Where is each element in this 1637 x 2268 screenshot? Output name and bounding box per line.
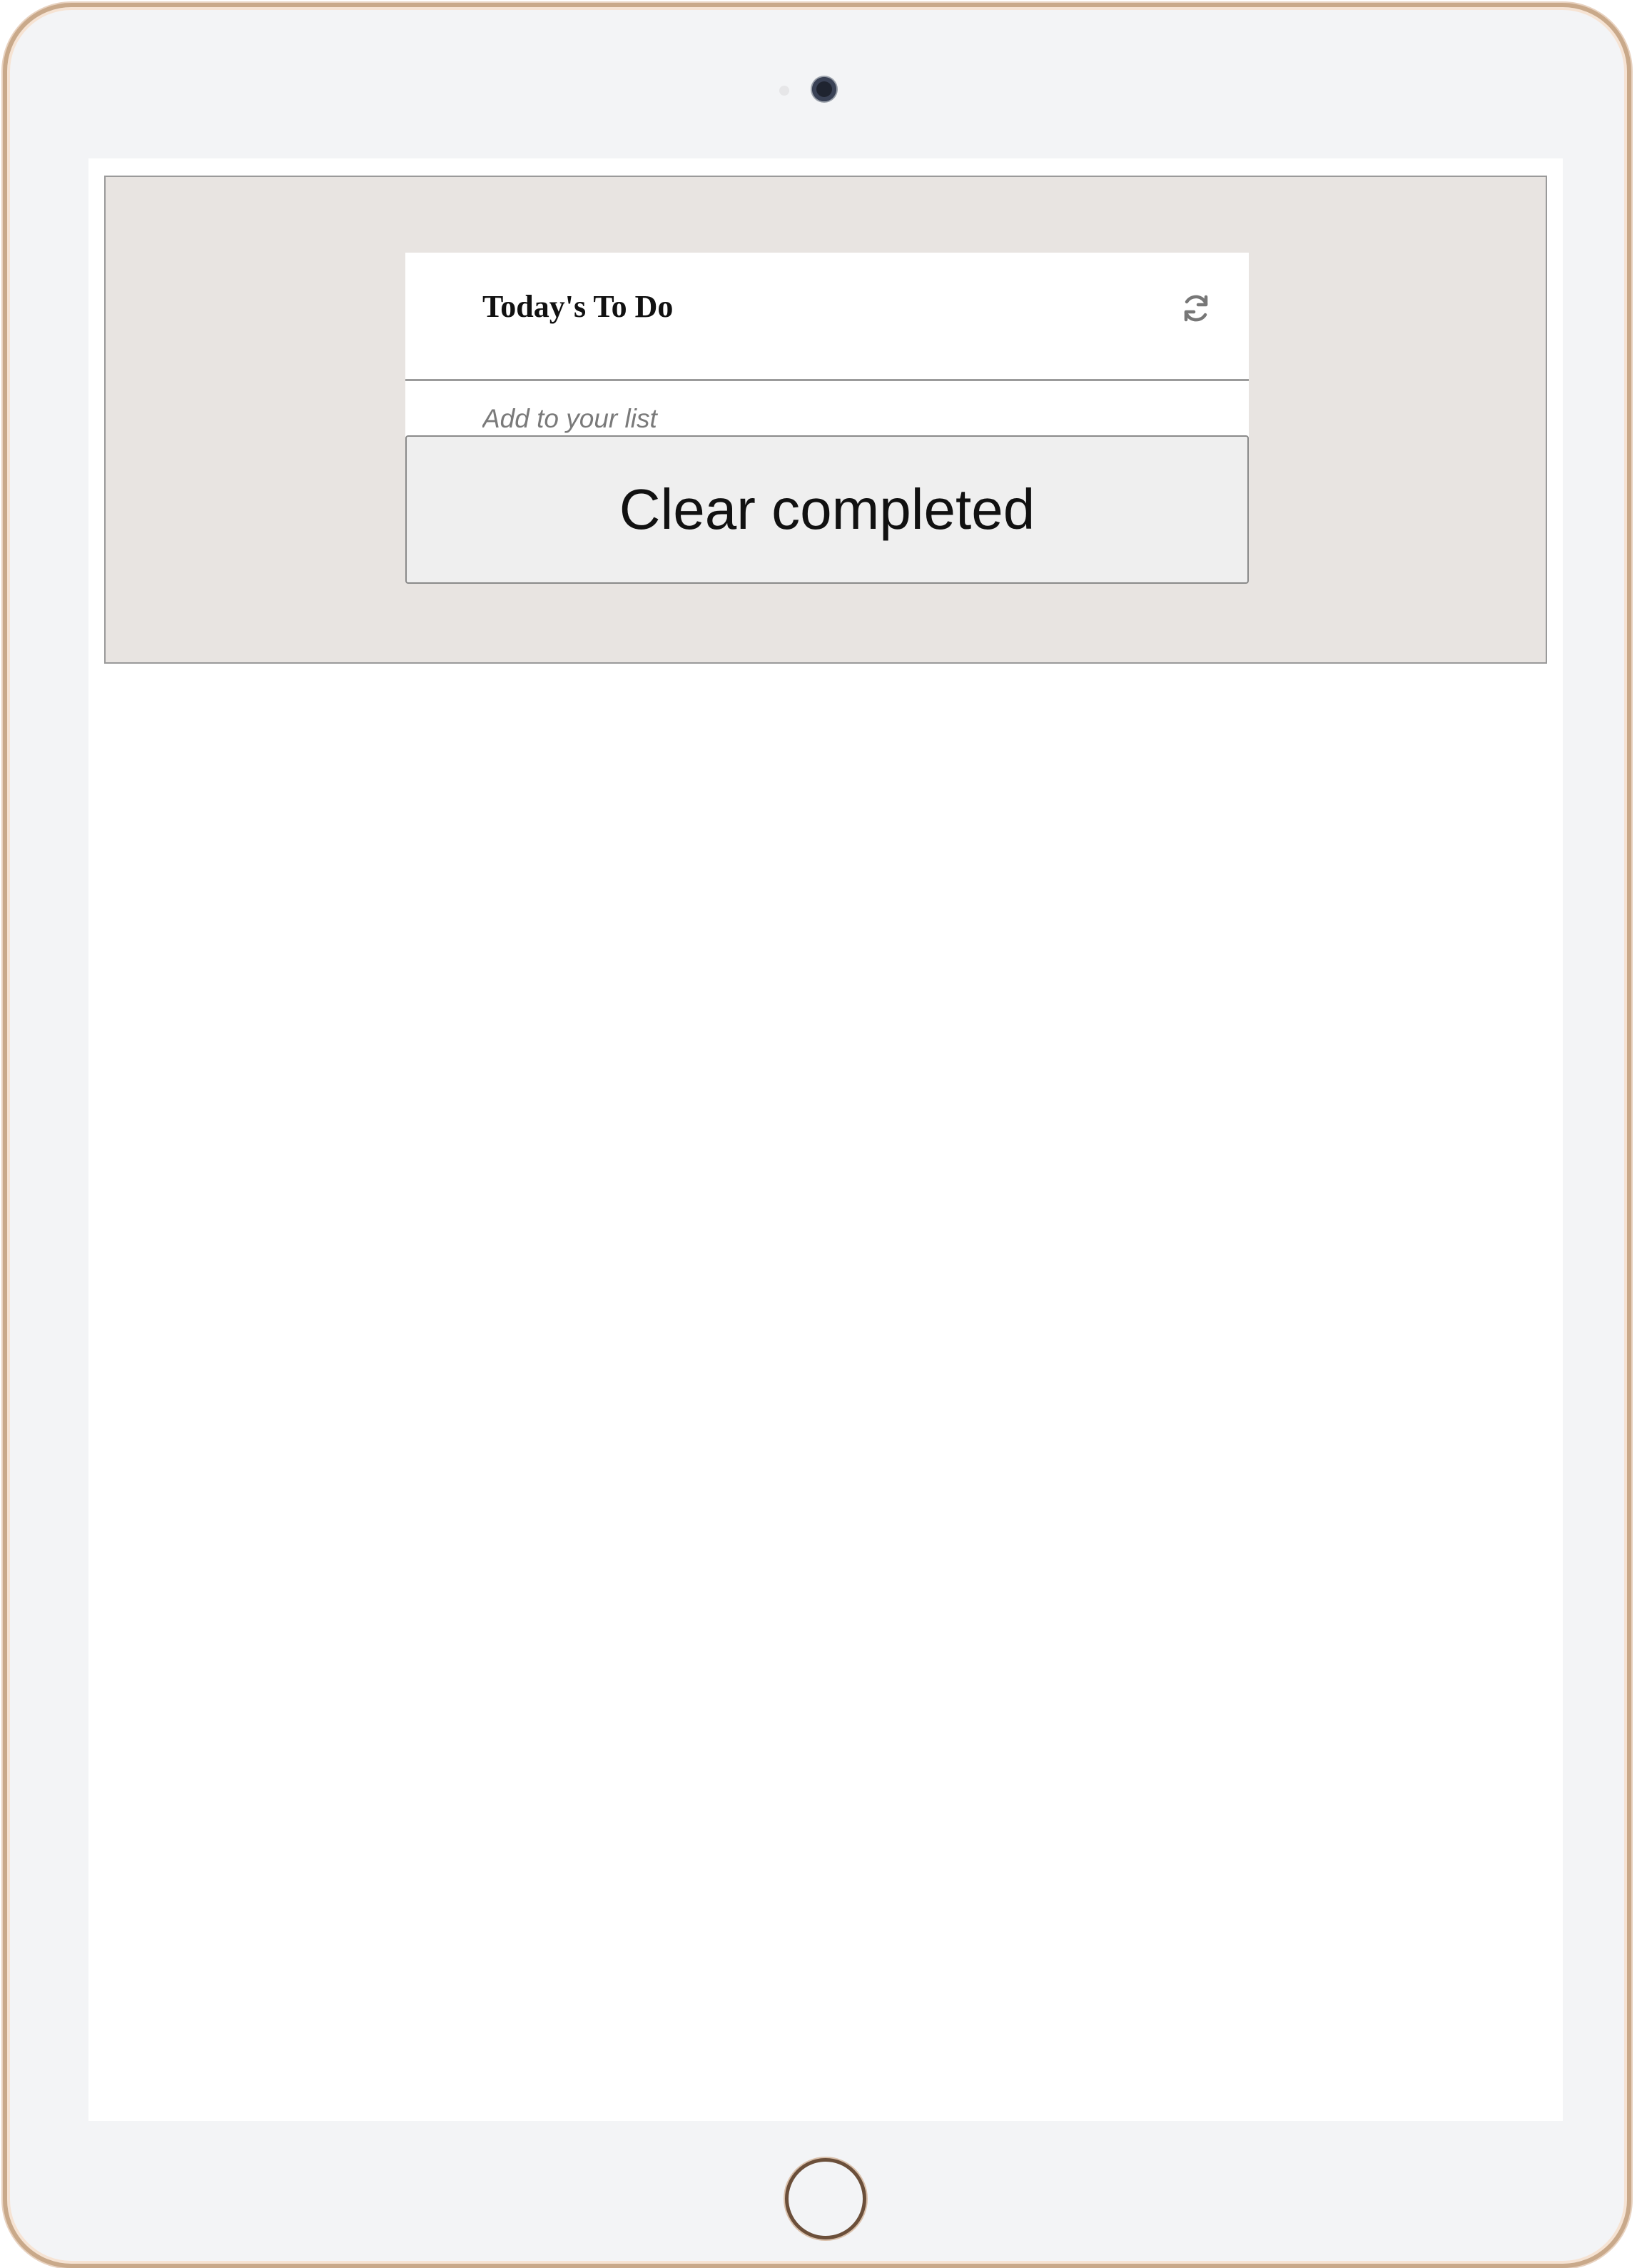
add-row	[405, 381, 1249, 437]
add-item-input[interactable]	[482, 403, 1125, 435]
home-button[interactable]	[785, 2158, 866, 2239]
screen: Today's To Do Clear completed	[88, 158, 1563, 2121]
todo-app-frame: Today's To Do Clear completed	[104, 176, 1547, 664]
tablet-frame: Today's To Do Clear completed	[3, 3, 1631, 2268]
page-title: Today's To Do	[482, 289, 674, 324]
refresh-icon[interactable]	[1177, 290, 1215, 327]
front-camera	[812, 77, 836, 101]
todo-header: Today's To Do	[405, 253, 1249, 381]
sensor-dot	[779, 86, 789, 96]
refresh-icon-graphic	[1184, 295, 1208, 322]
todo-card: Today's To Do	[405, 253, 1249, 437]
clear-completed-button[interactable]: Clear completed	[405, 435, 1249, 584]
